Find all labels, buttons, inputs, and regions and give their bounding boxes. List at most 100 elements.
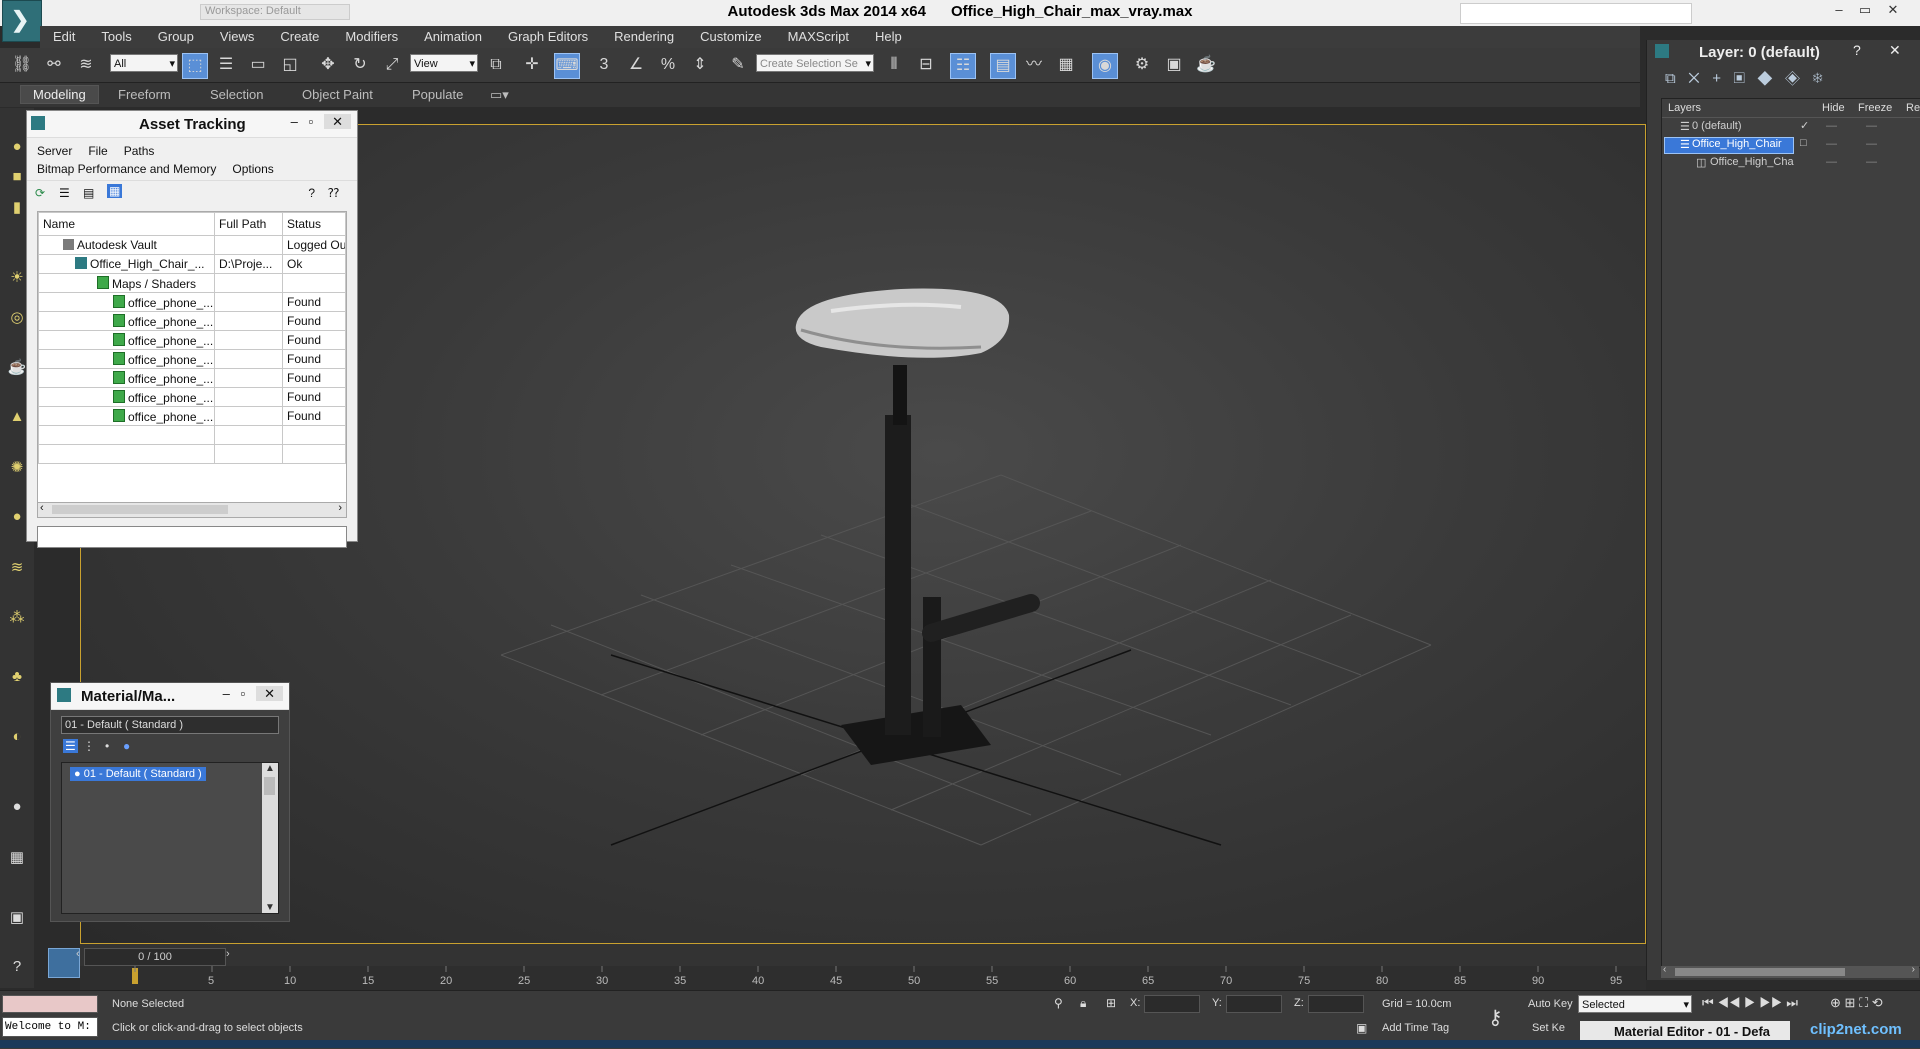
table-row[interactable]: ◫ Office_High_Cha — — [1662, 154, 1920, 172]
named-selection-set-dropdown[interactable]: Create Selection Se [756, 54, 874, 73]
set-key-button[interactable]: Set Ke [1532, 1022, 1565, 1034]
menu-edit[interactable]: Edit [40, 26, 88, 44]
close-icon[interactable]: ✕ [1882, 2, 1904, 22]
scale-icon[interactable]: ⤢ [380, 53, 404, 77]
list-view-icon[interactable]: ☰ [59, 186, 70, 200]
time-slider[interactable]: 0 / 100 [84, 948, 226, 966]
cylinder-icon[interactable]: ▮ [7, 198, 27, 218]
selection-filter-dropdown[interactable]: All [110, 54, 178, 73]
table-row[interactable]: office_phone_... Found [38, 311, 346, 331]
hair-icon[interactable]: ≋ [7, 558, 27, 578]
teapot-icon[interactable]: ☕ [7, 358, 27, 378]
current-layer-check-icon[interactable]: ✓ [1800, 119, 1809, 132]
particles-icon[interactable]: ⁂ [7, 608, 27, 628]
column-full-path[interactable]: Full Path [214, 212, 283, 236]
close-icon[interactable]: ✕ [1889, 42, 1901, 59]
menu-create[interactable]: Create [267, 26, 332, 44]
current-layer-box-icon[interactable]: □ [1800, 137, 1807, 149]
help-icon[interactable]: ? [1853, 42, 1861, 58]
menu-server[interactable]: Server [37, 144, 72, 158]
zoom-icon[interactable]: ⊕ [1830, 995, 1841, 1010]
menu-group[interactable]: Group [145, 26, 207, 44]
menu-help[interactable]: Help [862, 26, 915, 44]
scroll-right-icon[interactable]: › [338, 502, 342, 514]
material-name-field[interactable]: 01 - Default ( Standard ) [61, 716, 279, 734]
select-in-layer-icon[interactable]: ▣ [1733, 70, 1744, 87]
freeze-toggle[interactable]: — [1866, 156, 1877, 168]
goto-start-icon[interactable]: ⏮ [1702, 995, 1714, 1010]
tree-view-icon[interactable]: ▤ [83, 186, 94, 200]
table-row[interactable]: Autodesk Vault Logged Ou [38, 235, 346, 255]
view-tree-icon[interactable]: ⋮ [83, 739, 95, 753]
select-manipulate-icon[interactable]: ✛ [520, 53, 544, 77]
prev-key-icon[interactable]: ◀◀ [1717, 995, 1740, 1010]
ribbon-toggle-icon[interactable]: ▭▾ [490, 87, 509, 103]
percent-snap-icon[interactable]: % [656, 53, 680, 77]
link-icon[interactable]: ⛓ [10, 53, 34, 77]
scroll-down-icon[interactable]: ▼ [265, 902, 275, 913]
next-frame-icon[interactable]: › [226, 948, 230, 960]
help-icon[interactable]: ? [7, 958, 27, 978]
curve-editor-icon[interactable]: 〰 [1022, 53, 1046, 77]
help-icon[interactable]: ? [308, 186, 315, 200]
next-key-icon[interactable]: ▶▶ [1759, 995, 1782, 1010]
menu-paths[interactable]: Paths [124, 144, 155, 158]
reference-coordinate-dropdown[interactable]: View [410, 54, 478, 73]
auto-key-button[interactable]: Auto Key [1528, 998, 1573, 1010]
schematic-view-icon[interactable]: ▦ [1054, 53, 1078, 77]
goto-end-icon[interactable]: ⏭ [1786, 995, 1798, 1010]
minimize-icon[interactable]: – [223, 686, 230, 701]
orbit-icon[interactable]: ⟲ [1872, 995, 1883, 1010]
hide-toggle[interactable]: — [1826, 138, 1837, 150]
search-field[interactable] [1460, 3, 1692, 24]
asset-horizontal-scrollbar[interactable]: ‹ › [37, 502, 347, 518]
absolute-mode-icon[interactable]: ⊞ [1106, 996, 1116, 1010]
sun-icon[interactable]: ✺ [7, 458, 27, 478]
tab-populate[interactable]: Populate [412, 87, 463, 102]
add-time-tag[interactable]: Add Time Tag [1382, 1022, 1449, 1034]
render-production-icon[interactable]: ☕ [1194, 53, 1218, 77]
scroll-up-icon[interactable]: ▲ [265, 763, 275, 774]
tab-object-paint[interactable]: Object Paint [302, 87, 373, 102]
table-row[interactable]: office_phone_... Found [38, 330, 346, 350]
menu-customize[interactable]: Customize [687, 26, 774, 44]
column-status[interactable]: Status [282, 212, 346, 236]
table-row[interactable]: office_phone_... Found [38, 368, 346, 388]
close-icon[interactable]: ✕ [324, 114, 351, 129]
maxscript-listener-output[interactable] [2, 995, 98, 1013]
layer-manager-icon[interactable]: ▤ [990, 53, 1016, 79]
light-bulb-icon[interactable]: ☀ [7, 268, 27, 288]
torus-icon[interactable]: ◎ [7, 308, 27, 328]
select-object-icon[interactable]: ⬚ [182, 53, 208, 79]
tab-modeling[interactable]: Modeling [20, 85, 99, 104]
rectangular-selection-icon[interactable]: ▭ [246, 53, 270, 77]
table-row[interactable]: ☰ 0 (default) ✓ — — [1662, 118, 1920, 136]
list-item[interactable]: ● 01 - Default ( Standard ) [70, 767, 206, 781]
select-by-name-icon[interactable]: ☰ [214, 53, 238, 77]
scroll-thumb[interactable] [264, 777, 275, 795]
prev-frame-icon[interactable]: ‹ [76, 948, 80, 960]
key-icon[interactable]: ⚷ [1488, 1005, 1503, 1030]
menu-graph-editors[interactable]: Graph Editors [495, 26, 601, 44]
maximize-icon[interactable]: ▭ [1854, 2, 1876, 22]
freeze-toggle[interactable]: — [1866, 138, 1877, 150]
menu-maxscript[interactable]: MAXScript [775, 26, 862, 44]
rendered-frame-window-icon[interactable]: ▣ [1162, 53, 1186, 77]
align-icon[interactable]: ⊟ [914, 53, 938, 77]
tab-selection[interactable]: Selection [210, 87, 263, 102]
cone-icon[interactable]: ▲ [7, 408, 27, 428]
x-coordinate-field[interactable] [1144, 995, 1200, 1013]
window-crossing-icon[interactable]: ◱ [278, 53, 302, 77]
add-to-layer-icon[interactable]: + [1712, 70, 1721, 87]
lock-selection-icon[interactable]: 🔒︎ [1080, 996, 1086, 1011]
create-layer-icon[interactable]: ⧉ [1665, 70, 1676, 87]
hide-toggle[interactable]: — [1826, 156, 1837, 168]
menu-rendering[interactable]: Rendering [601, 26, 687, 44]
asset-path-field[interactable] [37, 526, 347, 548]
maxscript-input[interactable]: Welcome to M: [2, 1017, 98, 1037]
spinner-snap-icon[interactable]: ⇕ [688, 53, 712, 77]
menu-tools[interactable]: Tools [88, 26, 144, 44]
pivot-center-icon[interactable]: ⧉ [484, 53, 508, 77]
table-row[interactable]: office_phone_... Found [38, 406, 346, 426]
scroll-left-icon[interactable]: ‹ [1663, 964, 1666, 975]
